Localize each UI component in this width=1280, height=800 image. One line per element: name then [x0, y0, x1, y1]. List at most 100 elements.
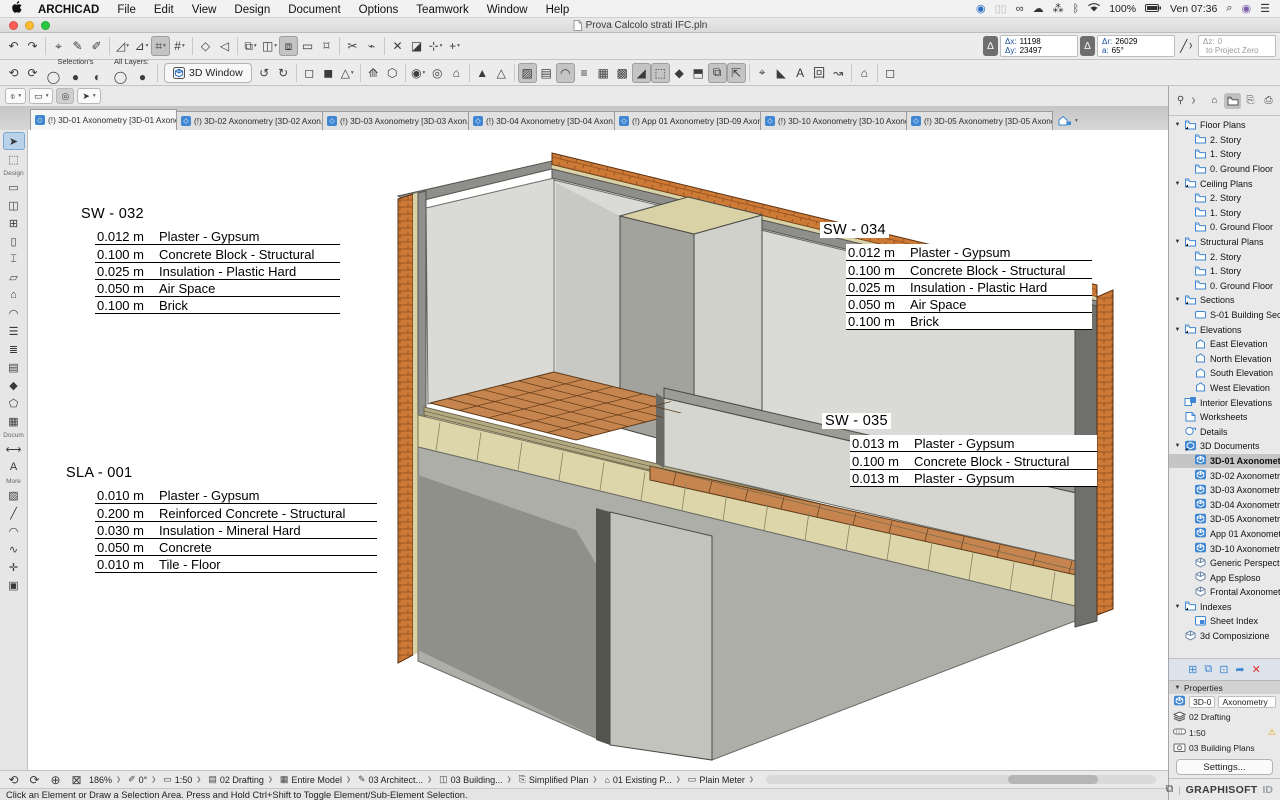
tracker-grid-icon[interactable]: ⊹▾ — [426, 36, 445, 56]
undo-icon[interactable]: ↶ — [4, 36, 23, 56]
dimension-tool[interactable]: ⟷ — [3, 440, 25, 458]
fill-tool[interactable]: ▨ — [3, 486, 25, 504]
texture-icon[interactable]: ▩ — [613, 63, 632, 83]
menu-item-view[interactable]: View — [183, 4, 226, 16]
3d-window-button[interactable]: 3D Window — [164, 63, 252, 83]
notification-center-icon[interactable]: ☰ — [1260, 2, 1270, 15]
tree-item-0-ground-floor[interactable]: 0. Ground Floor — [1169, 162, 1280, 177]
tab-5[interactable]: ◇(!) App 01 Axonometry [3D-09 Axon... — [614, 111, 761, 130]
clone-folder-button[interactable]: ⧉ — [1204, 663, 1212, 676]
tree-item-east-elevation[interactable]: East Elevation — [1169, 337, 1280, 352]
cloud-icon[interactable]: ☁ — [1033, 2, 1044, 15]
find-select-icon[interactable]: ⌖ — [49, 36, 68, 56]
morph-tool[interactable]: ◆ — [3, 376, 25, 394]
tree-item-1-story[interactable]: 1. Story — [1169, 147, 1280, 162]
camera-icon[interactable]: ◉▾ — [409, 63, 428, 83]
tree-item-west-elevation[interactable]: West Elevation — [1169, 381, 1280, 396]
zone-tool[interactable]: ⬠ — [3, 394, 25, 412]
drawing-canvas[interactable]: SW - 0320.012 mPlaster - Gypsum0.100 mCo… — [28, 130, 1168, 770]
tree-item-sections[interactable]: ▼Sections — [1169, 293, 1280, 308]
split-icon[interactable]: ✂ — [343, 36, 362, 56]
tracker-delta-icon[interactable]: Δ — [983, 36, 998, 56]
renovation-filter-control[interactable]: ⌂01 Existing P...❯ — [601, 775, 684, 785]
menu-item-teamwork[interactable]: Teamwork — [407, 4, 477, 16]
copy-icon[interactable]: ⧉▾ — [241, 36, 260, 56]
chevron-right-icon[interactable]: ❯ — [150, 776, 157, 783]
tab-6[interactable]: ◇(!) 3D-10 Axonometry [3D-10 Axono... — [760, 111, 907, 130]
close-window-button[interactable] — [9, 21, 18, 30]
text-3d-icon[interactable]: A — [791, 63, 810, 83]
frame-icon[interactable]: 回 — [810, 63, 829, 83]
chevron-right-icon[interactable]: ❯ — [1190, 97, 1197, 104]
tree-item-details[interactable]: Details — [1169, 424, 1280, 439]
zoom-level-control[interactable]: 186%❯ — [86, 775, 125, 785]
new-viewpoint-button[interactable]: ⊞ — [1188, 663, 1197, 676]
slab-tool[interactable]: ▱ — [3, 268, 25, 286]
tree-item-south-elevation[interactable]: South Elevation — [1169, 366, 1280, 381]
project-map-tab[interactable]: ⌂ — [1206, 93, 1223, 109]
arc-tool[interactable]: ◠ — [3, 522, 25, 540]
tree-item-3d-04-axonometry[interactable]: 3D-04 Axonometry — [1169, 497, 1280, 512]
model-filter-control[interactable]: ▦Entire Model❯ — [277, 774, 355, 785]
fly-icon[interactable]: ⬡ — [383, 63, 402, 83]
undo-view-icon[interactable]: ↺ — [255, 63, 274, 83]
minimize-window-button[interactable] — [25, 21, 34, 30]
chevron-right-icon[interactable]: ❯ — [748, 776, 755, 783]
tree-item-3d-10-axonometry[interactable]: 3D-10 Axonometry — [1169, 541, 1280, 556]
tab-1[interactable]: ◇(!) 3D-01 Axonometry [3D-01 Axono... — [30, 109, 177, 130]
spline-tool[interactable]: ∿ — [3, 540, 25, 558]
scale-control[interactable]: ▭1:50❯ — [160, 774, 205, 785]
orbit-icon[interactable]: ⟲ — [4, 63, 23, 83]
siri-icon[interactable]: ◉ — [1242, 2, 1252, 15]
windows-stack-icon[interactable]: ⧉ — [1165, 783, 1173, 796]
wall-tool[interactable]: ▭ — [3, 178, 25, 196]
chevron-right-icon[interactable]: ❯ — [267, 776, 274, 783]
railing-tool[interactable]: ≣ — [3, 340, 25, 358]
tree-item-1-story[interactable]: 1. Story — [1169, 206, 1280, 221]
zoom-in-icon[interactable]: ⊕ — [46, 770, 65, 788]
adjust-icon[interactable]: ⌁ — [362, 36, 381, 56]
new-folder-button[interactable]: ⊡ — [1219, 663, 1228, 676]
spotlight-icon[interactable]: ⌕ — [1226, 2, 1232, 15]
teamwork-status-icon[interactable]: ◉ — [976, 2, 986, 15]
tree-item-1-story[interactable]: 1. Story — [1169, 264, 1280, 279]
tree-item-elevations[interactable]: ▼Elevations — [1169, 322, 1280, 337]
tree-item-2-story[interactable]: 2. Story — [1169, 191, 1280, 206]
marquee-tool[interactable]: ⬚ — [3, 150, 25, 168]
tab-3[interactable]: ◇(!) 3D-03 Axonometry [3D-03 Axon... — [322, 111, 469, 130]
tree-expander-icon[interactable]: ▼ — [1174, 122, 1181, 128]
menu-item-window[interactable]: Window — [478, 4, 537, 16]
menu-item-options[interactable]: Options — [350, 4, 408, 16]
snap-reference-icon[interactable]: ⊿▾ — [132, 36, 151, 56]
explore-icon[interactable]: ⟳ — [23, 63, 42, 83]
tree-item-app-esploso[interactable]: App Esploso — [1169, 570, 1280, 585]
menu-item-archicad[interactable]: ARCHICAD — [29, 4, 108, 16]
view-map-tab[interactable] — [1224, 93, 1241, 109]
column-tool[interactable]: ▯ — [3, 232, 25, 250]
model-view-options-control[interactable]: ◫03 Building...❯ — [436, 774, 516, 785]
show-selection-icon[interactable]: ◯ — [44, 67, 63, 87]
close-button[interactable]: ✕ — [388, 36, 407, 56]
tree-item-3d-documents[interactable]: ▼3D Documents — [1169, 439, 1280, 454]
menu-item-file[interactable]: File — [108, 4, 145, 16]
paint-icon[interactable]: ▲ — [473, 63, 492, 83]
door-tool[interactable]: ◫ — [3, 196, 25, 214]
zoom-forward-icon[interactable]: ⟳ — [25, 770, 44, 788]
tree-item-generic-perspective[interactable]: Generic Perspective — [1169, 556, 1280, 571]
chevron-right-icon[interactable]: ❯ — [591, 776, 598, 783]
size-3d-icon[interactable]: ⇱ — [727, 63, 746, 83]
fit-in-window-icon[interactable]: ⊠ — [67, 770, 86, 788]
curtain-wall-tool[interactable]: ▤ — [3, 358, 25, 376]
property-name-field[interactable]: Axonometry — [1218, 696, 1276, 709]
tree-item-3d-composizione[interactable]: 3d Composizione — [1169, 629, 1280, 644]
tree-item-3d-05-axonometry[interactable]: 3D-05 Axonometry — [1169, 512, 1280, 527]
tree-item-interior-elevations[interactable]: Interior Elevations — [1169, 395, 1280, 410]
arrow-tool[interactable]: ➤ — [3, 132, 25, 150]
horizontal-scrollbar[interactable] — [766, 775, 1156, 784]
tree-item-2-story[interactable]: 2. Story — [1169, 249, 1280, 264]
wifi-icon[interactable] — [1088, 3, 1100, 15]
perspective-icon[interactable]: ◻ — [300, 63, 319, 83]
menu-item-design[interactable]: Design — [225, 4, 279, 16]
show-all-icon[interactable]: ● — [66, 67, 85, 87]
marquee-restrict-icon[interactable]: ⌑ — [317, 36, 336, 56]
